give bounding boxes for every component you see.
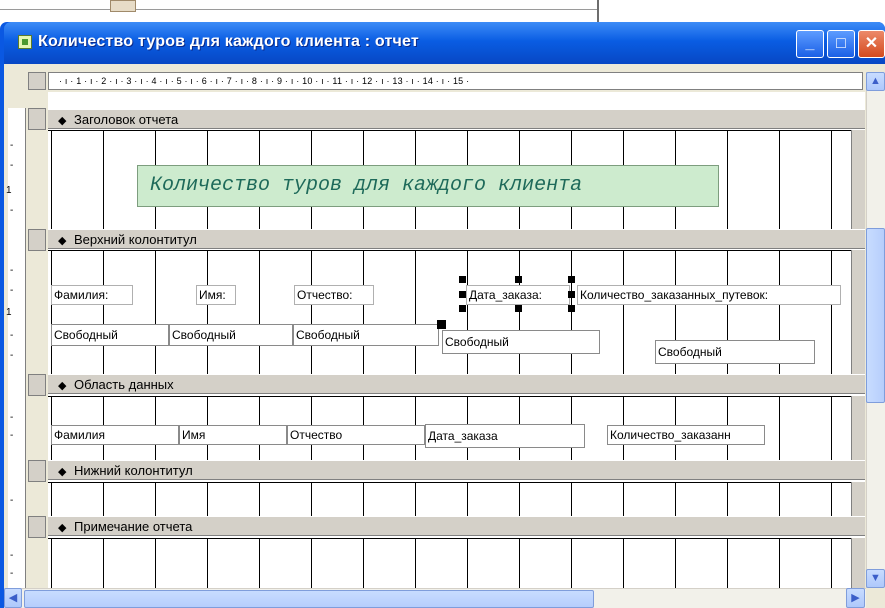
ruler-tick: - xyxy=(10,412,14,423)
ruler-tick: - xyxy=(10,495,14,506)
ruler-tick: - xyxy=(10,550,14,561)
free-field[interactable]: Свободный xyxy=(293,324,439,346)
section-selector[interactable] xyxy=(28,460,46,482)
resize-handle[interactable] xyxy=(515,305,522,312)
report-selector[interactable] xyxy=(28,72,46,90)
band-edge xyxy=(851,538,865,588)
label-surname[interactable]: Фамилия: xyxy=(51,285,133,305)
scroll-left-icon[interactable]: ◀ xyxy=(4,588,22,608)
arrow-icon: ◆ xyxy=(58,235,67,247)
section-label: Нижний колонтитул xyxy=(74,463,193,478)
free-field[interactable]: Свободный xyxy=(51,324,169,346)
section-label: Область данных xyxy=(74,377,174,392)
ruler-tick: - xyxy=(10,205,14,216)
section-bar-report-header[interactable]: ◆ Заголовок отчета xyxy=(48,109,865,129)
free-field[interactable]: Свободный xyxy=(442,330,600,354)
section-label: Заголовок отчета xyxy=(74,112,179,127)
section-label: Примечание отчета xyxy=(74,519,193,534)
section-selector[interactable] xyxy=(28,374,46,396)
band-edge xyxy=(851,250,865,374)
free-field[interactable]: Свободный xyxy=(169,324,293,346)
horizontal-scroll-thumb[interactable] xyxy=(24,590,594,608)
report-footer-band[interactable] xyxy=(48,538,851,588)
section-bar-detail[interactable]: ◆ Область данных xyxy=(48,374,865,394)
ruler-tick: - xyxy=(10,330,14,341)
ruler-tick: - xyxy=(10,430,14,441)
resize-handle[interactable] xyxy=(515,276,522,283)
resize-handle[interactable] xyxy=(568,276,575,283)
ruler-ticks: · ı · 1 · ı · 2 · ı · 3 · ı · 4 · ı · 5 … xyxy=(59,76,470,86)
section-selector[interactable] xyxy=(28,516,46,538)
minimize-button[interactable]: _ xyxy=(796,30,824,58)
resize-handle[interactable] xyxy=(459,276,466,283)
window-title: Количество туров для каждого клиента : о… xyxy=(38,33,419,50)
ruler-tick: - xyxy=(10,140,14,151)
page-footer-band[interactable] xyxy=(48,482,851,516)
scroll-up-icon[interactable]: ▲ xyxy=(866,72,885,91)
resize-handle[interactable] xyxy=(459,291,466,298)
vertical-ruler[interactable] xyxy=(8,108,26,588)
background-divider xyxy=(597,0,599,22)
report-icon xyxy=(18,35,32,49)
band-edge xyxy=(851,396,865,460)
ruler-number: 1 xyxy=(6,307,12,318)
section-bar-report-footer[interactable]: ◆ Примечание отчета xyxy=(48,516,865,536)
background-icon xyxy=(110,0,136,12)
section-bar-page-header[interactable]: ◆ Верхний колонтитул xyxy=(48,229,865,249)
ruler-number: 1 xyxy=(6,185,12,196)
section-bar-page-footer[interactable]: ◆ Нижний колонтитул xyxy=(48,460,865,480)
free-field[interactable]: Свободный xyxy=(655,340,815,364)
scroll-right-icon[interactable]: ▶ xyxy=(846,588,865,608)
ruler-tick: - xyxy=(10,350,14,361)
report-title-label[interactable]: Количество туров для каждого клиента xyxy=(137,165,719,207)
horizontal-ruler[interactable]: · ı · 1 · ı · 2 · ı · 3 · ı · 4 · ı · 5 … xyxy=(48,72,863,90)
section-selector[interactable] xyxy=(28,229,46,251)
scroll-down-icon[interactable]: ▼ xyxy=(866,569,885,588)
label-vouchers[interactable]: Количество_заказанных_путевок: xyxy=(577,285,841,305)
band-edge xyxy=(851,482,865,516)
ruler-tick: - xyxy=(10,160,14,171)
resize-handle[interactable] xyxy=(459,305,466,312)
ruler-tick: - xyxy=(10,568,14,579)
resize-handle[interactable] xyxy=(568,305,575,312)
ruler-tick: - xyxy=(10,265,14,276)
background-line xyxy=(0,9,597,10)
arrow-icon: ◆ xyxy=(58,115,67,127)
section-label: Верхний колонтитул xyxy=(74,232,197,247)
field-patronymic[interactable]: Отчество xyxy=(287,425,425,445)
arrow-icon: ◆ xyxy=(58,466,67,478)
label-order-date[interactable]: Дата_заказа: xyxy=(466,285,570,305)
maximize-button[interactable]: □ xyxy=(827,30,855,58)
arrow-icon: ◆ xyxy=(58,522,67,534)
field-vouchers[interactable]: Количество_заказанн xyxy=(607,425,765,445)
field-surname[interactable]: Фамилия xyxy=(51,425,179,445)
move-handle[interactable] xyxy=(437,320,446,329)
section-selector[interactable] xyxy=(28,108,46,130)
arrow-icon: ◆ xyxy=(58,380,67,392)
label-name[interactable]: Имя: xyxy=(196,285,236,305)
label-patronymic[interactable]: Отчество: xyxy=(294,285,374,305)
ruler-tick: - xyxy=(10,285,14,296)
close-button[interactable]: ✕ xyxy=(858,30,885,58)
resize-handle[interactable] xyxy=(568,291,575,298)
vertical-scroll-thumb[interactable] xyxy=(866,228,885,403)
field-order-date[interactable]: Дата_заказа xyxy=(425,424,585,448)
band-edge xyxy=(851,130,865,229)
field-name[interactable]: Имя xyxy=(179,425,287,445)
